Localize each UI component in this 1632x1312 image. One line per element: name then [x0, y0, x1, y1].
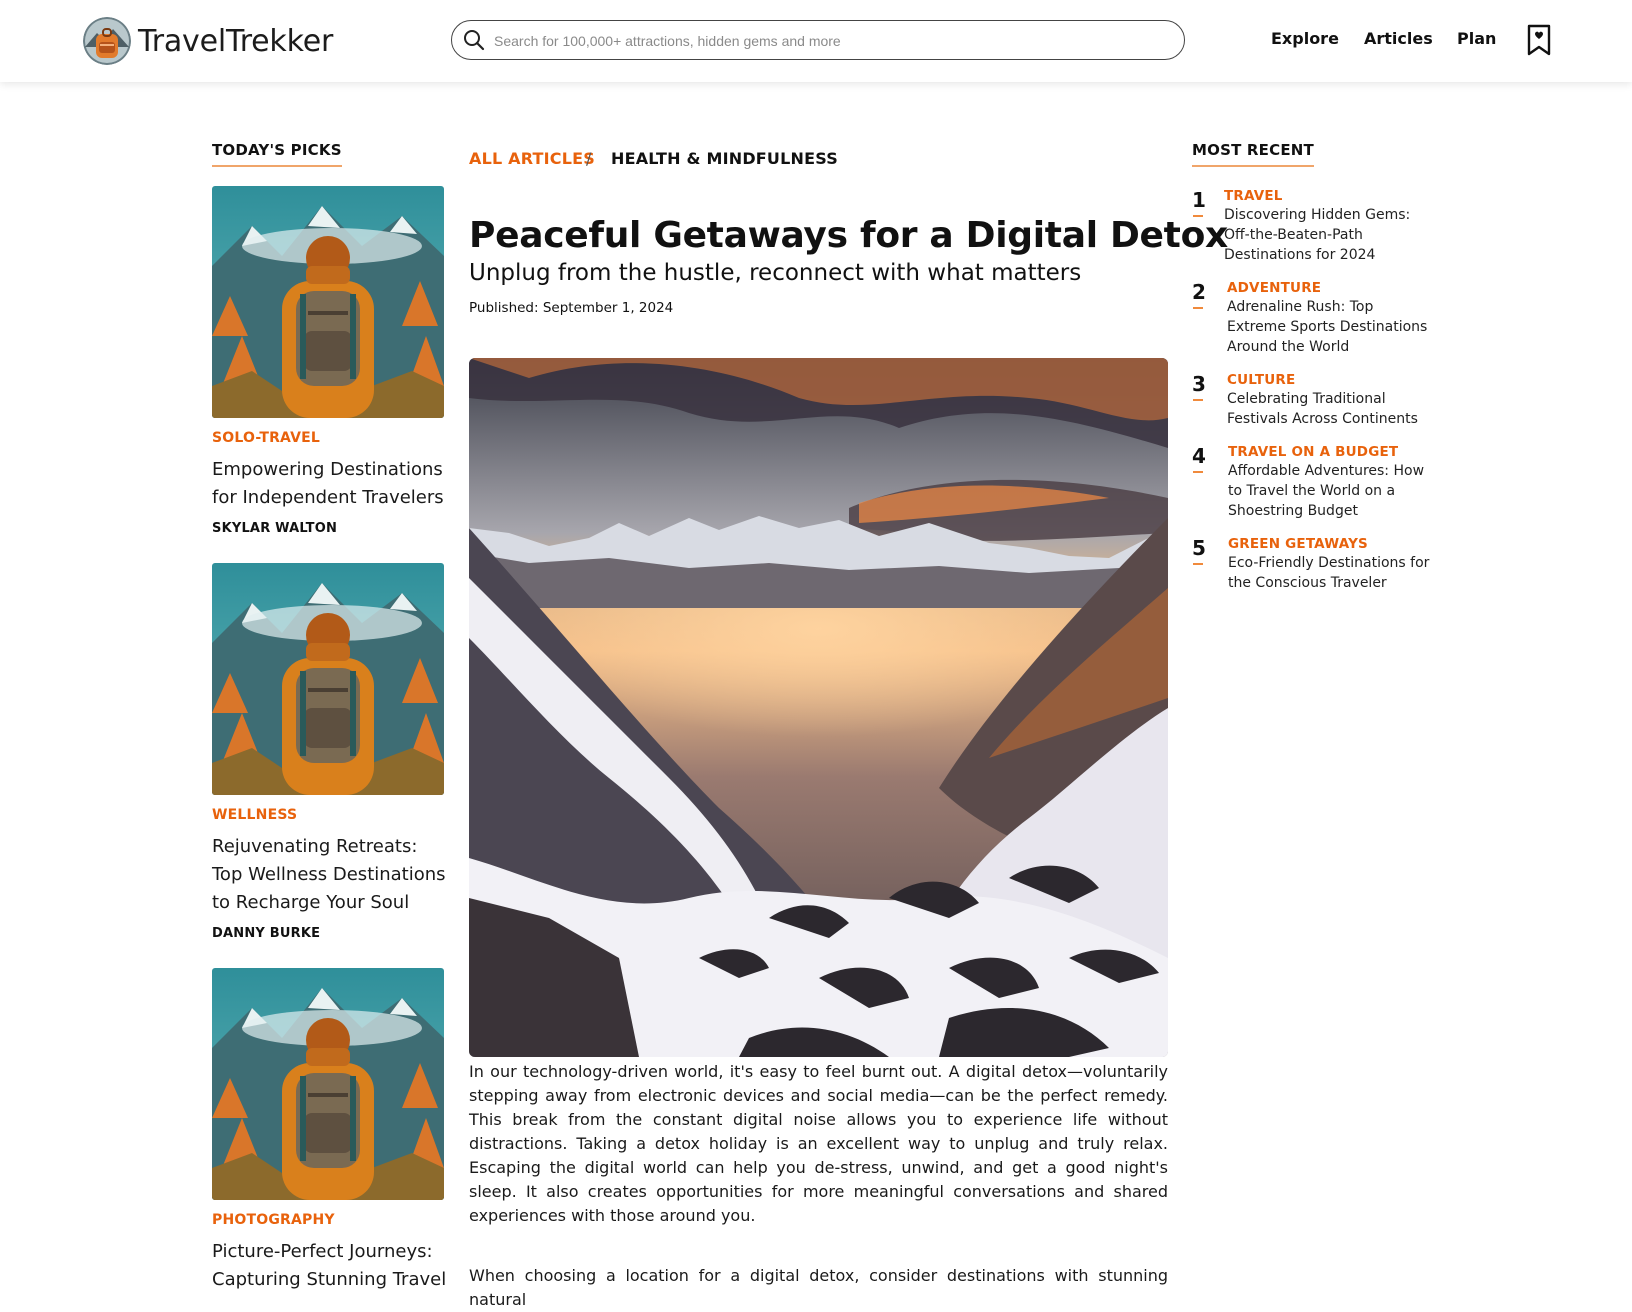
- pick-category[interactable]: SOLO-TRAVEL: [212, 430, 447, 446]
- pick-card[interactable]: PHOTOGRAPHY Picture-Perfect Journeys: Ca…: [212, 968, 447, 1294]
- rank-underline: [1193, 399, 1203, 401]
- search-bar[interactable]: [451, 20, 1185, 60]
- breadcrumb-all-articles[interactable]: ALL ARTICLES: [469, 149, 595, 168]
- most-recent-heading: MOST RECENT: [1192, 141, 1314, 167]
- recent-category[interactable]: ADVENTURE: [1227, 280, 1432, 296]
- breadcrumb-separator: /: [586, 149, 592, 168]
- recent-text: TRAVEL ON A BUDGET Affordable Adventures…: [1228, 444, 1432, 521]
- recent-item[interactable]: 3 CULTURE Celebrating Traditional Festiv…: [1192, 372, 1432, 429]
- recent-title[interactable]: Discovering Hidden Gems: Off-the-Beaten-…: [1224, 205, 1432, 265]
- nav-articles[interactable]: Articles: [1364, 29, 1433, 48]
- pick-category[interactable]: WELLNESS: [212, 807, 447, 823]
- recent-text: TRAVEL Discovering Hidden Gems: Off-the-…: [1224, 188, 1432, 265]
- article-title: Peaceful Getaways for a Digital Detox: [469, 215, 1228, 256]
- pick-image[interactable]: [212, 563, 444, 795]
- recent-item[interactable]: 4 TRAVEL ON A BUDGET Affordable Adventur…: [1192, 444, 1432, 521]
- pick-card[interactable]: WELLNESS Rejuvenating Retreats: Top Well…: [212, 563, 447, 941]
- article-paragraph: When choosing a location for a digital d…: [469, 1266, 1168, 1309]
- article-paragraph: In our technology-driven world, it's eas…: [469, 1062, 1168, 1225]
- recent-category[interactable]: GREEN GETAWAYS: [1228, 536, 1432, 552]
- pick-category[interactable]: PHOTOGRAPHY: [212, 1212, 447, 1228]
- recent-rank: 1: [1192, 188, 1206, 212]
- recent-text: ADVENTURE Adrenaline Rush: Top Extreme S…: [1227, 280, 1432, 357]
- rank-underline: [1193, 307, 1203, 309]
- rank-underline: [1193, 215, 1203, 217]
- todays-picks-heading: TODAY'S PICKS: [212, 141, 342, 167]
- logo-text: TravelTrekker: [138, 23, 334, 59]
- recent-item[interactable]: 5 GREEN GETAWAYS Eco-Friendly Destinatio…: [1192, 536, 1432, 593]
- recent-title[interactable]: Affordable Adventures: How to Travel the…: [1228, 461, 1432, 521]
- published-date: Published: September 1, 2024: [469, 300, 674, 316]
- recent-title[interactable]: Adrenaline Rush: Top Extreme Sports Dest…: [1227, 297, 1432, 357]
- bookmark-heart-icon[interactable]: [1527, 24, 1551, 56]
- pick-card[interactable]: SOLO-TRAVEL Empowering Destinations for …: [212, 186, 447, 536]
- pick-image[interactable]: [212, 186, 444, 418]
- site-logo[interactable]: TravelTrekker: [83, 16, 333, 66]
- recent-category[interactable]: TRAVEL: [1224, 188, 1432, 204]
- nav-plan[interactable]: Plan: [1457, 29, 1496, 48]
- search-input[interactable]: [492, 21, 1176, 60]
- recent-rank: 2: [1192, 280, 1206, 304]
- nav-explore[interactable]: Explore: [1271, 29, 1339, 48]
- recent-title[interactable]: Eco-Friendly Destinations for the Consci…: [1228, 553, 1432, 593]
- recent-rank: 5: [1192, 536, 1206, 560]
- recent-category[interactable]: TRAVEL ON A BUDGET: [1228, 444, 1432, 460]
- rank-underline: [1193, 471, 1203, 473]
- pick-image[interactable]: [212, 968, 444, 1200]
- pick-author: DANNY BURKE: [212, 926, 321, 941]
- recent-title[interactable]: Celebrating Traditional Festivals Across…: [1227, 389, 1432, 429]
- pick-title[interactable]: Rejuvenating Retreats: Top Wellness Dest…: [212, 833, 447, 917]
- pick-author: SKYLAR WALTON: [212, 521, 338, 536]
- recent-text: CULTURE Celebrating Traditional Festival…: [1227, 372, 1432, 429]
- pick-title[interactable]: Picture-Perfect Journeys: Capturing Stun…: [212, 1238, 447, 1294]
- recent-rank: 3: [1192, 372, 1206, 396]
- hero-image: [469, 358, 1168, 1057]
- recent-item[interactable]: 1 TRAVEL Discovering Hidden Gems: Off-th…: [1192, 188, 1432, 265]
- pick-title[interactable]: Empowering Destinations for Independent …: [212, 456, 447, 512]
- backpack-logo-icon: [83, 17, 131, 65]
- breadcrumb-current: HEALTH & MINDFULNESS: [611, 149, 838, 168]
- search-icon: [464, 30, 485, 51]
- recent-rank: 4: [1192, 444, 1206, 468]
- recent-category[interactable]: CULTURE: [1227, 372, 1432, 388]
- site-header: TravelTrekker Explore Articles Plan: [0, 0, 1632, 82]
- recent-text: GREEN GETAWAYS Eco-Friendly Destinations…: [1228, 536, 1432, 593]
- rank-underline: [1193, 563, 1203, 565]
- recent-item[interactable]: 2 ADVENTURE Adrenaline Rush: Top Extreme…: [1192, 280, 1432, 357]
- article-subtitle: Unplug from the hustle, reconnect with w…: [469, 260, 1082, 286]
